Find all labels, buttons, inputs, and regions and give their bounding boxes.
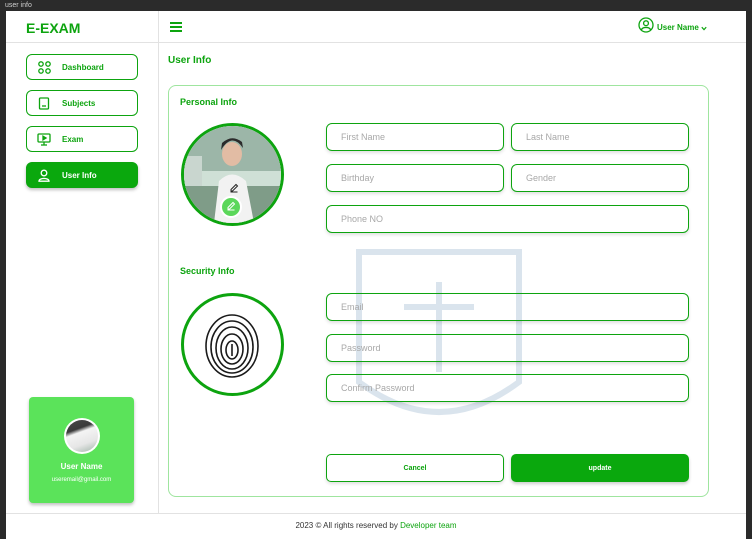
- grid-icon: [37, 60, 51, 74]
- sidebar-item-exam[interactable]: Exam: [26, 126, 138, 152]
- sidebar-item-subjects[interactable]: Subjects: [26, 90, 138, 116]
- footer-text: 2023 © All rights reserved by: [295, 521, 401, 530]
- birthday-field[interactable]: [326, 164, 504, 192]
- user-menu-label: User Name: [657, 22, 699, 32]
- chevron-down-icon: [701, 18, 707, 36]
- user-circle-icon: [638, 16, 654, 38]
- user-icon: [37, 168, 51, 182]
- page-title: User Info: [168, 55, 212, 66]
- user-info-card: Personal Info Security Info: [168, 85, 709, 497]
- brand-logo[interactable]: E-EXAM: [26, 20, 80, 36]
- sidebar-item-dashboard[interactable]: Dashboard: [26, 54, 138, 80]
- first-name-field[interactable]: [326, 123, 504, 151]
- password-field[interactable]: [326, 334, 689, 362]
- presentation-icon: [37, 132, 51, 146]
- pencil-icon: [226, 198, 236, 216]
- edit-photo-button[interactable]: [220, 196, 242, 218]
- email-field[interactable]: [326, 293, 689, 321]
- edit-pen-icon: [229, 180, 239, 198]
- sidebar-item-label: Dashboard: [62, 62, 104, 72]
- window-title: user info: [0, 0, 752, 11]
- header-divider: [6, 42, 746, 43]
- fingerprint-icon: [205, 314, 259, 378]
- user-profile-card: User Name useremail@gmail.com: [29, 397, 134, 503]
- personal-info-title: Personal Info: [180, 97, 238, 107]
- update-button[interactable]: update: [511, 454, 689, 482]
- sidebar-item-label: Subjects: [62, 98, 96, 108]
- book-icon: [37, 96, 51, 110]
- security-info-title: Security Info: [180, 266, 235, 276]
- confirm-password-field[interactable]: [326, 374, 689, 402]
- user-card-email: useremail@gmail.com: [51, 477, 112, 483]
- hamburger-icon[interactable]: [170, 22, 182, 32]
- user-menu-button[interactable]: User Name: [638, 16, 707, 38]
- last-name-field[interactable]: [511, 123, 689, 151]
- sidebar-item-user-info[interactable]: User Info: [26, 162, 138, 188]
- phone-field[interactable]: [326, 205, 689, 233]
- sidebar: E-EXAM Dashboard Subjects Exam User Info: [6, 11, 159, 513]
- footer: 2023 © All rights reserved by Developer …: [6, 513, 746, 539]
- user-card-name: User Name: [60, 462, 103, 471]
- footer-link[interactable]: Developer team: [400, 521, 456, 530]
- sidebar-item-label: User Info: [62, 170, 97, 180]
- sidebar-item-label: Exam: [62, 134, 84, 144]
- app-window: E-EXAM Dashboard Subjects Exam User Info: [6, 11, 746, 539]
- avatar[interactable]: [63, 418, 100, 454]
- fingerprint-image[interactable]: [181, 293, 284, 396]
- cancel-button[interactable]: Cancel: [326, 454, 504, 482]
- gender-field[interactable]: [511, 164, 689, 192]
